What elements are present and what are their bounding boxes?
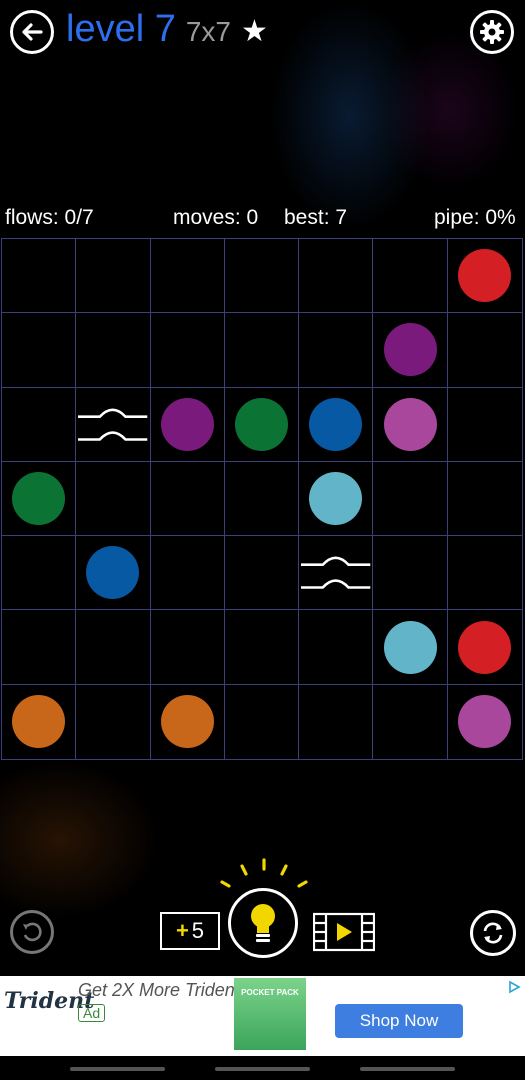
board-cell[interactable] (373, 610, 448, 685)
refresh-icon (483, 922, 503, 944)
board-cell[interactable] (299, 387, 374, 462)
bridge-icon (78, 408, 148, 441)
board-cell[interactable] (299, 610, 374, 685)
ad-choices-icon[interactable] (507, 980, 521, 994)
board-cell[interactable] (373, 461, 448, 537)
play-icon (337, 923, 352, 941)
board-cell[interactable] (76, 461, 151, 537)
star-icon: ★ (241, 15, 268, 48)
board-cell[interactable] (2, 313, 77, 388)
board-cell[interactable] (2, 536, 77, 611)
flow-endpoint-blue[interactable] (309, 397, 363, 451)
board-cell[interactable] (299, 239, 374, 314)
board-cell[interactable] (2, 461, 77, 537)
board-size-label: 7x7 (185, 16, 231, 47)
board-cell[interactable] (224, 536, 300, 611)
plus-icon: + (175, 918, 189, 943)
ad-pack-label: POCKET PACK (241, 988, 299, 997)
flow-endpoint-pink[interactable] (383, 397, 437, 451)
watch-video-button[interactable] (313, 912, 375, 952)
buy-hints-button[interactable]: + 5 (160, 912, 220, 950)
board-cell[interactable] (447, 313, 522, 388)
moves-counter: moves: 0 (173, 206, 259, 229)
settings-button[interactable] (470, 10, 514, 54)
board-cell[interactable] (447, 610, 522, 685)
board-cell[interactable] (373, 313, 448, 388)
board-cell[interactable] (447, 462, 522, 537)
ad-shop-now-button[interactable]: Shop Now (335, 1004, 463, 1038)
board-cell[interactable] (224, 461, 300, 537)
board-cell[interactable] (2, 684, 77, 759)
board-cell[interactable] (76, 610, 151, 685)
board-cell[interactable] (150, 387, 225, 462)
board-cell[interactable] (150, 239, 225, 314)
board-cell[interactable] (373, 684, 448, 759)
board-cell[interactable] (150, 313, 225, 388)
bridge-cell[interactable] (299, 536, 374, 611)
board-cell[interactable] (224, 313, 300, 388)
board-cell[interactable] (224, 239, 300, 314)
board-cell[interactable] (150, 461, 225, 537)
level-title: level 7 7x7 ★ (66, 8, 268, 58)
ad-headline[interactable]: Get 2X More Trident (78, 980, 240, 1001)
back-button[interactable] (10, 10, 54, 54)
flow-endpoint-pink[interactable] (458, 695, 512, 749)
board-cell[interactable] (447, 536, 522, 611)
flow-endpoint-green[interactable] (234, 397, 288, 451)
restart-button[interactable] (470, 910, 516, 956)
flow-endpoint-green[interactable] (12, 471, 66, 525)
flow-endpoint-orange[interactable] (160, 695, 214, 749)
arrow-left-icon (22, 23, 43, 41)
board-cell[interactable] (447, 388, 522, 462)
flow-endpoint-blue[interactable] (86, 546, 140, 600)
board-cell[interactable] (224, 387, 300, 462)
undo-button[interactable] (10, 910, 54, 954)
board-cell[interactable] (225, 684, 300, 759)
board-cell[interactable] (76, 239, 151, 314)
flow-endpoint-cyan[interactable] (383, 620, 437, 674)
flow-endpoint-purple[interactable] (160, 397, 214, 451)
nav-recents-area[interactable] (360, 1067, 455, 1071)
nav-back-area[interactable] (70, 1067, 165, 1071)
board-cell[interactable] (76, 313, 151, 388)
flow-endpoint-red[interactable] (458, 249, 512, 303)
undo-icon (23, 922, 42, 942)
board-cell[interactable] (299, 313, 374, 388)
flow-endpoint-orange[interactable] (12, 695, 66, 749)
pipe-percentage: pipe: 0% (434, 206, 516, 229)
hint-count: 5 (191, 918, 205, 943)
game-board[interactable] (1, 238, 523, 760)
ad-brand-logo[interactable]: Trident (4, 988, 94, 1034)
flows-counter: flows: 0/7 (5, 206, 94, 229)
board-cell[interactable] (299, 461, 374, 537)
level-label: level 7 (66, 8, 176, 50)
best-counter: best: 7 (284, 206, 348, 229)
flow-endpoint-purple[interactable] (383, 323, 437, 377)
ad-badge: Ad (78, 1004, 106, 1022)
hint-button[interactable] (228, 888, 298, 958)
nav-home-area[interactable] (215, 1067, 310, 1071)
board-cell[interactable] (373, 387, 448, 462)
gear-icon (480, 20, 504, 44)
flow-endpoint-red[interactable] (458, 620, 512, 674)
board-cell[interactable] (299, 684, 374, 759)
flow-endpoint-cyan[interactable] (309, 471, 363, 525)
board-cell[interactable] (373, 239, 448, 314)
bridge-cell[interactable] (76, 387, 151, 462)
board-cell[interactable] (373, 536, 448, 611)
board-cell[interactable] (2, 610, 77, 685)
board-cell[interactable] (2, 239, 77, 314)
lightbulb-icon (251, 904, 275, 942)
board-cell[interactable] (448, 685, 522, 759)
board-cell[interactable] (76, 536, 151, 611)
board-cell[interactable] (76, 684, 151, 759)
board-cell[interactable] (150, 610, 225, 685)
board-cell[interactable] (224, 610, 300, 685)
ad-product-image[interactable]: POCKET PACK (234, 978, 306, 1050)
board-cell[interactable] (151, 684, 225, 759)
board-cell[interactable] (447, 239, 522, 314)
board-cell[interactable] (150, 536, 225, 611)
bridge-icon (301, 556, 371, 589)
board-cell[interactable] (2, 387, 77, 462)
